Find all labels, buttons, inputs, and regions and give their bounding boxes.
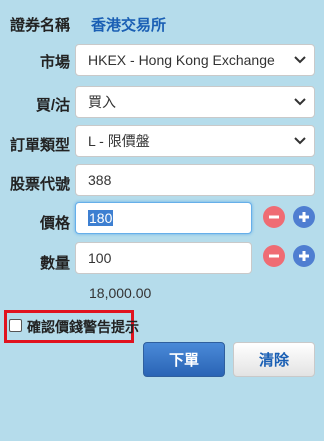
- order-type-label: 訂單類型: [9, 137, 70, 154]
- price-increase-button[interactable]: [293, 206, 315, 228]
- quantity-label: 數量: [39, 255, 70, 272]
- price-warning-label[interactable]: 確認價錢警告提示: [27, 317, 139, 337]
- price-input[interactable]: 180: [75, 202, 252, 234]
- stock-code-input[interactable]: 388: [75, 164, 315, 196]
- plus-icon: [299, 251, 309, 261]
- minus-icon: [269, 215, 279, 219]
- price-label: 價格: [39, 215, 70, 232]
- price-value: 180: [88, 210, 114, 226]
- order-type-selected-value: L - 限價盤: [88, 133, 150, 149]
- order-amount: 18,000.00: [89, 285, 152, 301]
- clear-button[interactable]: 清除: [233, 342, 315, 377]
- chevron-down-icon: [294, 45, 306, 75]
- market-select[interactable]: HKEX - Hong Kong Exchange: [75, 44, 315, 76]
- security-name-value: 香港交易所: [91, 17, 167, 34]
- chevron-down-icon: [294, 87, 306, 117]
- price-decrease-button[interactable]: [263, 206, 285, 228]
- quantity-decrease-button[interactable]: [263, 245, 285, 267]
- stock-code-value: 388: [88, 172, 112, 188]
- quantity-value: 100: [88, 250, 112, 266]
- market-label: 市場: [39, 54, 70, 71]
- minus-icon: [269, 254, 279, 258]
- security-name-label: 證券名稱: [10, 17, 71, 34]
- quantity-input[interactable]: 100: [75, 242, 252, 274]
- stock-code-label: 股票代號: [9, 176, 70, 193]
- side-select[interactable]: 買入: [75, 86, 315, 118]
- order-type-select[interactable]: L - 限價盤: [75, 125, 315, 157]
- place-order-button[interactable]: 下單: [143, 342, 225, 377]
- market-selected-value: HKEX - Hong Kong Exchange: [88, 52, 275, 68]
- chevron-down-icon: [294, 126, 306, 156]
- price-warning-checkbox[interactable]: [9, 319, 22, 332]
- plus-icon: [299, 212, 309, 222]
- quantity-increase-button[interactable]: [293, 245, 315, 267]
- side-selected-value: 買入: [88, 94, 116, 110]
- side-label: 買/沽: [35, 97, 70, 114]
